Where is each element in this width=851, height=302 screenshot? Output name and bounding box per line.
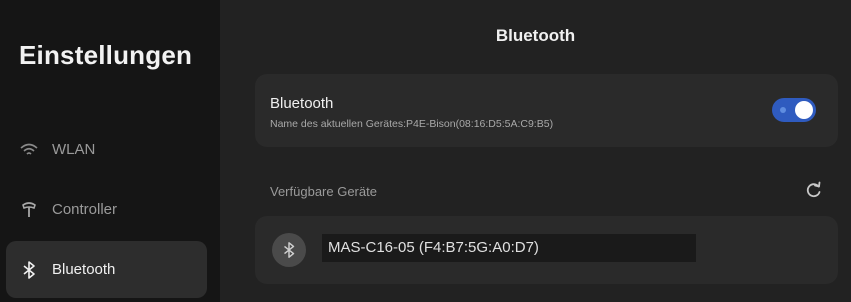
- bluetooth-icon: [18, 259, 40, 281]
- bluetooth-icon: [272, 233, 306, 267]
- device-name: MAS-C16-05 (F4:B7:5G:A0:D7): [322, 234, 696, 262]
- sidebar-item-label: Controller: [52, 201, 118, 218]
- current-device-name: Name des aktuellen Gerätes:P4E-Bison(08:…: [270, 118, 554, 130]
- sidebar-title: Einstellungen: [19, 40, 193, 70]
- sidebar-item-controller[interactable]: Controller: [6, 181, 207, 238]
- controller-icon: [18, 199, 40, 221]
- sidebar-item-label: WLAN: [52, 141, 96, 158]
- page-title: Bluetooth: [495, 26, 576, 45]
- wifi-icon: [18, 139, 40, 161]
- refresh-icon[interactable]: [804, 180, 824, 200]
- main-panel: Bluetooth Bluetooth Name des aktuellen G…: [220, 0, 851, 302]
- bluetooth-label: Bluetooth: [270, 95, 334, 112]
- toggle-knob: [795, 101, 813, 119]
- sidebar-item-bluetooth[interactable]: Bluetooth: [6, 241, 207, 298]
- toggle-on-indicator: [780, 107, 786, 113]
- available-devices-label: Verfügbare Geräte: [270, 184, 377, 199]
- sidebar-item-wlan[interactable]: WLAN: [6, 121, 207, 178]
- bluetooth-toggle[interactable]: [772, 98, 816, 122]
- sidebar-item-label: Bluetooth: [52, 261, 116, 278]
- bluetooth-card: Bluetooth Name des aktuellen Gerätes:P4E…: [255, 74, 838, 147]
- sidebar: Einstellungen WLAN Controller Bluetooth: [0, 0, 220, 302]
- device-list-item[interactable]: MAS-C16-05 (F4:B7:5G:A0:D7): [255, 216, 838, 284]
